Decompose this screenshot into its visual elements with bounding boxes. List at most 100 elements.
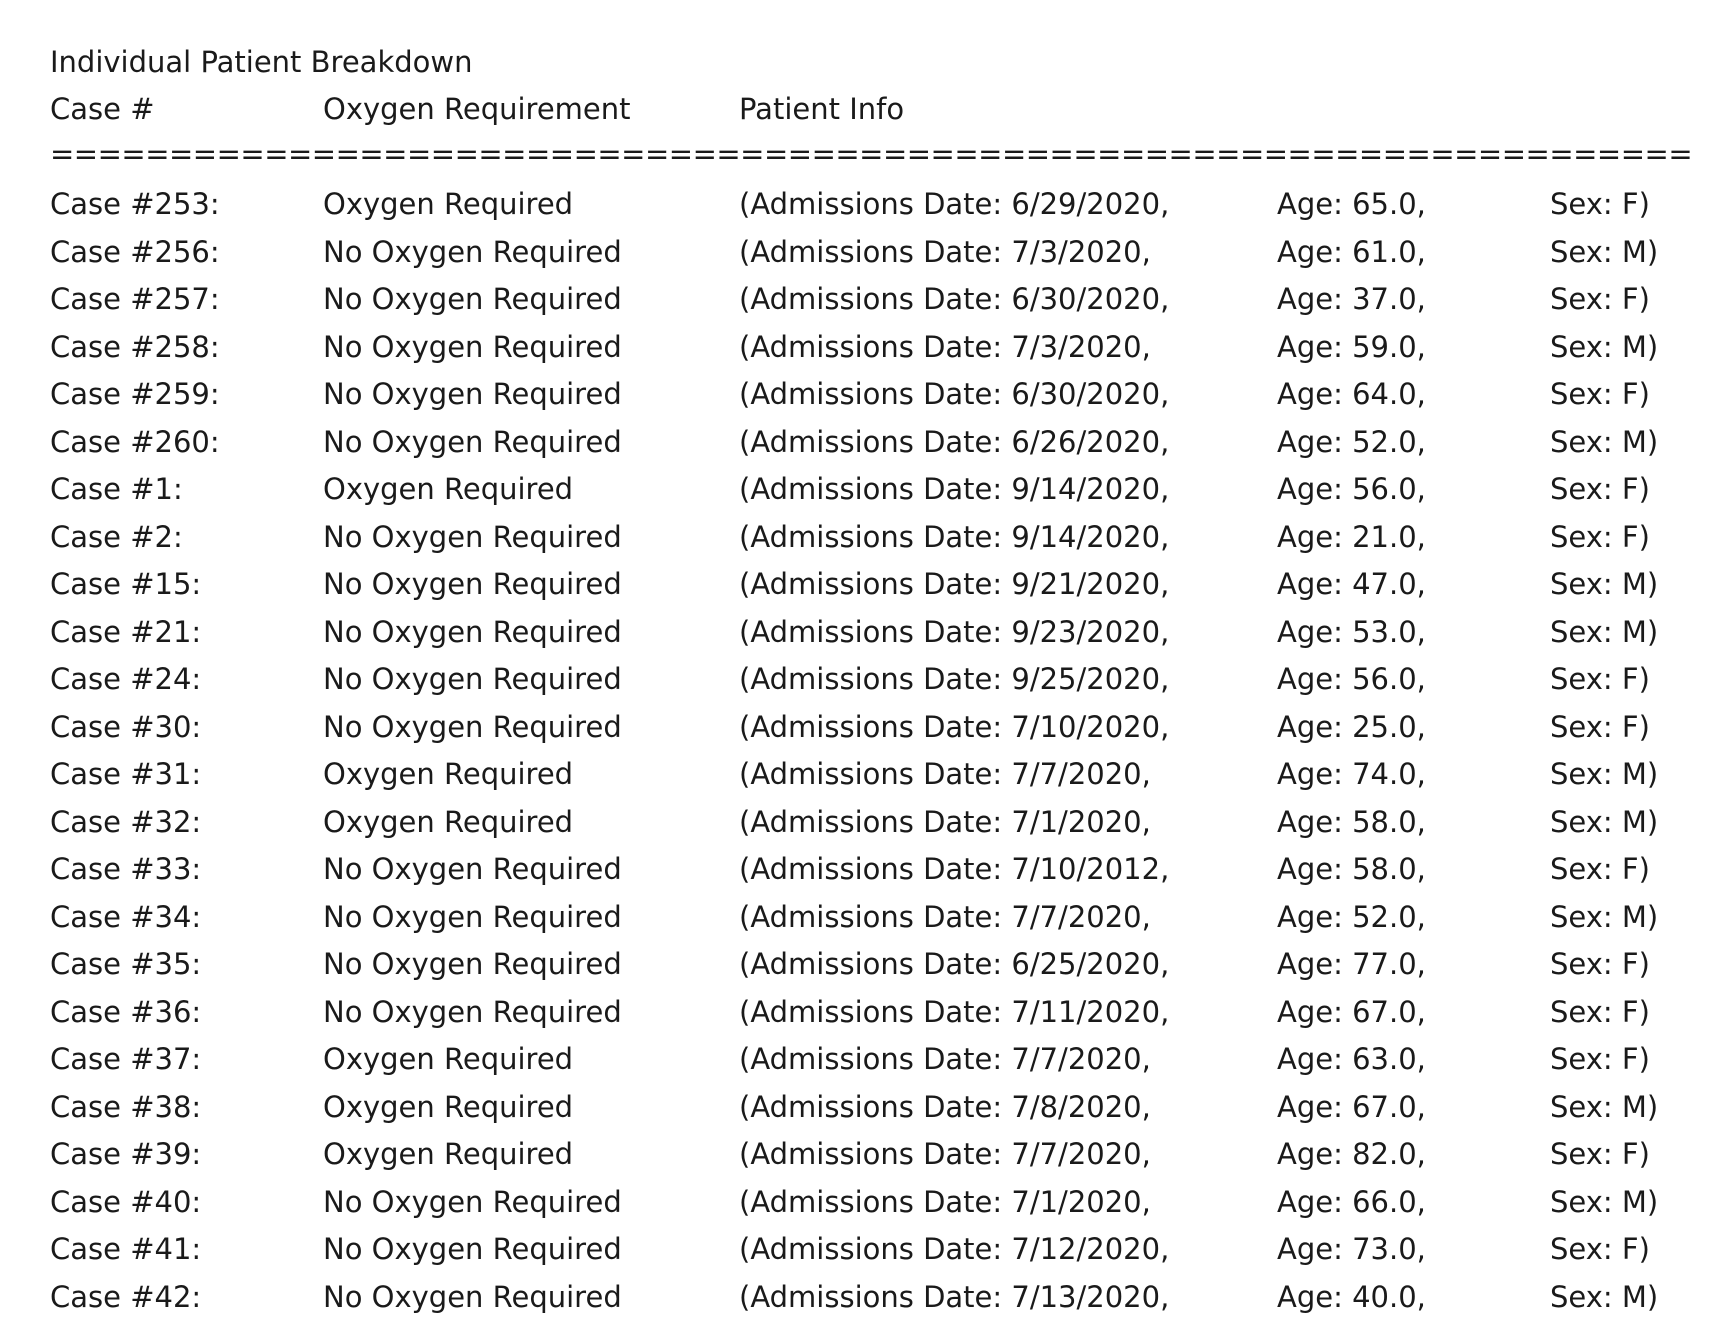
patient-age: Age: 40.0, <box>1277 1279 1426 1314</box>
case-number: Case #21: <box>50 614 202 649</box>
oxygen-requirement: No Oxygen Required <box>323 234 622 269</box>
oxygen-requirement: No Oxygen Required <box>323 994 622 1029</box>
patient-sex: Sex: F) <box>1550 852 1650 886</box>
case-number: Case #42: <box>50 1279 202 1314</box>
admission-date: (Admissions Date: 6/30/2020, <box>739 282 1170 316</box>
patient-sex: Sex: F) <box>1550 994 1650 1029</box>
case-number: Case #253: <box>50 187 220 221</box>
admission-date: (Admissions Date: 7/13/2020, <box>739 1279 1170 1314</box>
patient-age: Age: 37.0, <box>1277 282 1426 316</box>
header-case: Case # <box>50 92 155 126</box>
table-row: Case #256: No Oxygen Required (Admissions … <box>0 231 1728 279</box>
oxygen-requirement: No Oxygen Required <box>323 424 622 459</box>
patient-sex: Sex: F) <box>1550 1042 1650 1076</box>
case-number: Case #38: <box>50 1089 202 1124</box>
oxygen-requirement: Oxygen Required <box>323 187 574 221</box>
admission-date: (Admissions Date: 7/7/2020, <box>739 1137 1151 1171</box>
patient-sex: Sex: F) <box>1550 662 1650 696</box>
patient-age: Age: 53.0, <box>1277 614 1426 649</box>
patient-age: Age: 65.0, <box>1277 187 1426 221</box>
patient-sex: Sex: F) <box>1550 282 1650 316</box>
table-row: Case #42: No Oxygen Required (Admissions D… <box>0 1276 1728 1324</box>
patient-age: Age: 74.0, <box>1277 757 1426 791</box>
case-number: Case #30: <box>50 709 202 744</box>
case-number: Case #258: <box>50 329 220 364</box>
table-row: Case #41: No Oxygen Required (Admissions D… <box>0 1228 1728 1276</box>
patient-sex: Sex: F) <box>1550 519 1650 554</box>
case-number: Case #34: <box>50 899 202 934</box>
patient-age: Age: 25.0, <box>1277 709 1426 744</box>
case-number: Case #31: <box>50 757 202 791</box>
table-row: Case #36: No Oxygen Required (Admissions D… <box>0 991 1728 1039</box>
admission-date: (Admissions Date: 6/29/2020, <box>739 187 1170 221</box>
oxygen-requirement: Oxygen Required <box>323 1137 574 1171</box>
patient-age: Age: 52.0, <box>1277 899 1426 934</box>
patient-age: Age: 58.0, <box>1277 804 1426 839</box>
table-row: Case #34: No Oxygen Required (Admissions D… <box>0 896 1728 944</box>
admission-date: (Admissions Date: 7/7/2020, <box>739 1042 1151 1076</box>
admission-date: (Admissions Date: 9/25/2020, <box>739 662 1170 696</box>
table-row: Case #260: No Oxygen Required (Admissions … <box>0 421 1728 469</box>
admission-date: (Admissions Date: 7/1/2020, <box>739 804 1151 839</box>
oxygen-requirement: No Oxygen Required <box>323 852 622 886</box>
admission-date: (Admissions Date: 7/1/2020, <box>739 1184 1151 1219</box>
column-header-row: Case # Oxygen Requirement Patient Info <box>0 89 1728 129</box>
case-number: Case #257: <box>50 282 220 316</box>
document-page: Individual Patient Breakdown Case # Oxyg… <box>0 0 1728 1340</box>
oxygen-requirement: No Oxygen Required <box>323 614 622 649</box>
patient-sex: Sex: M) <box>1550 804 1659 839</box>
page-title: Individual Patient Breakdown <box>50 45 473 79</box>
admission-date: (Admissions Date: 7/10/2012, <box>739 852 1170 886</box>
table-row: Case #30: No Oxygen Required (Admissions D… <box>0 706 1728 754</box>
admission-date: (Admissions Date: 6/30/2020, <box>739 377 1170 411</box>
patient-age: Age: 77.0, <box>1277 947 1426 981</box>
patient-sex: Sex: M) <box>1550 567 1659 601</box>
patient-sex: Sex: M) <box>1550 329 1659 364</box>
patient-sex: Sex: F) <box>1550 709 1650 744</box>
case-number: Case #35: <box>50 947 202 981</box>
patient-sex: Sex: M) <box>1550 1184 1659 1219</box>
admission-date: (Admissions Date: 7/7/2020, <box>739 899 1151 934</box>
oxygen-requirement: No Oxygen Required <box>323 282 622 316</box>
admission-date: (Admissions Date: 9/14/2020, <box>739 472 1170 506</box>
case-number: Case #256: <box>50 234 220 269</box>
admission-date: (Admissions Date: 7/12/2020, <box>739 1232 1170 1266</box>
admission-date: (Admissions Date: 6/26/2020, <box>739 424 1170 459</box>
table-row: Case #259: No Oxygen Required (Admissions … <box>0 373 1728 421</box>
header-oxygen-requirement: Oxygen Requirement <box>323 92 631 126</box>
oxygen-requirement: No Oxygen Required <box>323 1232 622 1266</box>
patient-age: Age: 67.0, <box>1277 1089 1426 1124</box>
admission-date: (Admissions Date: 7/10/2020, <box>739 709 1170 744</box>
case-number: Case #1: <box>50 472 183 506</box>
oxygen-requirement: No Oxygen Required <box>323 567 622 601</box>
table-row: Case #257: No Oxygen Required (Admissions … <box>0 278 1728 326</box>
table-row: Case #24: No Oxygen Required (Admissions D… <box>0 658 1728 706</box>
patient-sex: Sex: M) <box>1550 757 1659 791</box>
patient-age: Age: 66.0, <box>1277 1184 1426 1219</box>
patient-sex: Sex: M) <box>1550 614 1659 649</box>
patient-age: Age: 61.0, <box>1277 234 1426 269</box>
admission-date: (Admissions Date: 7/11/2020, <box>739 994 1170 1029</box>
patient-age: Age: 56.0, <box>1277 662 1426 696</box>
patient-sex: Sex: M) <box>1550 424 1659 459</box>
admission-date: (Admissions Date: 7/7/2020, <box>739 757 1151 791</box>
oxygen-requirement: No Oxygen Required <box>323 519 622 554</box>
admission-date: (Admissions Date: 7/8/2020, <box>739 1089 1151 1124</box>
patient-age: Age: 67.0, <box>1277 994 1426 1029</box>
patient-age: Age: 21.0, <box>1277 519 1426 554</box>
oxygen-requirement: No Oxygen Required <box>323 377 622 411</box>
patient-sex: Sex: F) <box>1550 187 1650 221</box>
admission-date: (Admissions Date: 9/23/2020, <box>739 614 1170 649</box>
oxygen-requirement: No Oxygen Required <box>323 329 622 364</box>
patient-sex: Sex: F) <box>1550 1232 1650 1266</box>
oxygen-requirement: No Oxygen Required <box>323 899 622 934</box>
table-row: Case #33: No Oxygen Required (Admissions D… <box>0 848 1728 896</box>
table-row: Case #253: Oxygen Required (Admissions Dat… <box>0 183 1728 231</box>
case-number: Case #40: <box>50 1184 202 1219</box>
oxygen-requirement: Oxygen Required <box>323 1089 574 1124</box>
case-number: Case #24: <box>50 662 202 696</box>
patient-age: Age: 47.0, <box>1277 567 1426 601</box>
oxygen-requirement: Oxygen Required <box>323 1042 574 1076</box>
patient-age: Age: 63.0, <box>1277 1042 1426 1076</box>
table-row: Case #37: Oxygen Required (Admissions Date… <box>0 1038 1728 1086</box>
